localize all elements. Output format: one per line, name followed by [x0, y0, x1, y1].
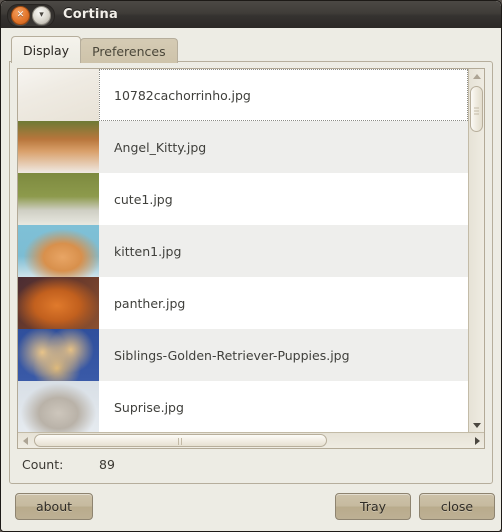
file-list-frame: 10782cachorrinho.jpg Angel_Kitty.jpg cut…: [17, 68, 485, 449]
file-name-label: Angel_Kitty.jpg: [114, 139, 207, 155]
thumbnail-image: [18, 69, 99, 121]
close-window-icon[interactable]: ✕: [11, 6, 30, 25]
scroll-right-arrow-icon[interactable]: [470, 433, 484, 448]
thumbnail-image: [18, 329, 99, 381]
scroll-left-arrow-icon[interactable]: [18, 433, 32, 448]
status-row: Count: 89: [17, 451, 485, 477]
scroll-up-arrow-icon[interactable]: [469, 69, 484, 83]
window-content: Display Preferences 10782cachorrinho.jpg…: [1, 28, 501, 531]
application-window: ✕ ▾ Cortina Display Preferences 10782cac…: [0, 0, 502, 532]
table-row[interactable]: kitten1.jpg: [18, 225, 468, 277]
table-row[interactable]: Siblings-Golden-Retriever-Puppies.jpg: [18, 329, 468, 381]
close-glyph: ✕: [16, 10, 25, 20]
file-list-rows: 10782cachorrinho.jpg Angel_Kitty.jpg cut…: [18, 69, 468, 432]
footer-button-bar: about Tray close: [1, 484, 501, 531]
minimize-window-icon[interactable]: ▾: [32, 6, 51, 25]
thumbnail-image: [18, 277, 99, 329]
file-name-label: kitten1.jpg: [114, 243, 182, 259]
tab-preferences[interactable]: Preferences: [80, 38, 178, 63]
vertical-scrollbar-thumb[interactable]: [470, 86, 483, 132]
chevron-down-glyph: ▾: [39, 10, 44, 20]
thumbnail-image: [18, 381, 99, 432]
file-list-viewport[interactable]: 10782cachorrinho.jpg Angel_Kitty.jpg cut…: [18, 69, 468, 432]
file-name-label: Siblings-Golden-Retriever-Puppies.jpg: [114, 347, 350, 363]
table-row[interactable]: 10782cachorrinho.jpg: [18, 69, 468, 121]
table-row[interactable]: Suprise.jpg: [18, 381, 468, 432]
thumbnail-image: [18, 121, 99, 173]
vertical-scrollbar[interactable]: [468, 69, 484, 432]
tab-display[interactable]: Display: [11, 36, 82, 63]
count-value: 89: [99, 456, 115, 472]
display-tab-panel: 10782cachorrinho.jpg Angel_Kitty.jpg cut…: [9, 61, 493, 484]
window-title: Cortina: [63, 7, 118, 22]
title-bar: ✕ ▾ Cortina: [1, 1, 501, 29]
count-label: Count:: [22, 456, 64, 472]
thumbnail-image: [18, 225, 99, 277]
file-name-label: 10782cachorrinho.jpg: [99, 69, 468, 121]
scrollbar-grip-icon: [474, 106, 479, 115]
window-controls: ✕ ▾: [7, 4, 55, 27]
close-button[interactable]: close: [419, 493, 495, 520]
file-name-label: panther.jpg: [114, 295, 186, 311]
table-row[interactable]: Angel_Kitty.jpg: [18, 121, 468, 173]
tray-button[interactable]: Tray: [335, 493, 411, 520]
thumbnail-image: [18, 173, 99, 225]
file-name-label: cute1.jpg: [114, 191, 173, 207]
file-name-label: Suprise.jpg: [114, 399, 184, 415]
horizontal-scrollbar-thumb[interactable]: [34, 434, 327, 447]
table-row[interactable]: panther.jpg: [18, 277, 468, 329]
tab-bar: Display Preferences: [11, 35, 178, 63]
table-row[interactable]: cute1.jpg: [18, 173, 468, 225]
scrollbar-grip-icon: [177, 438, 185, 445]
about-button[interactable]: about: [15, 493, 93, 520]
scroll-down-arrow-icon[interactable]: [469, 418, 484, 432]
horizontal-scrollbar[interactable]: [18, 432, 484, 448]
